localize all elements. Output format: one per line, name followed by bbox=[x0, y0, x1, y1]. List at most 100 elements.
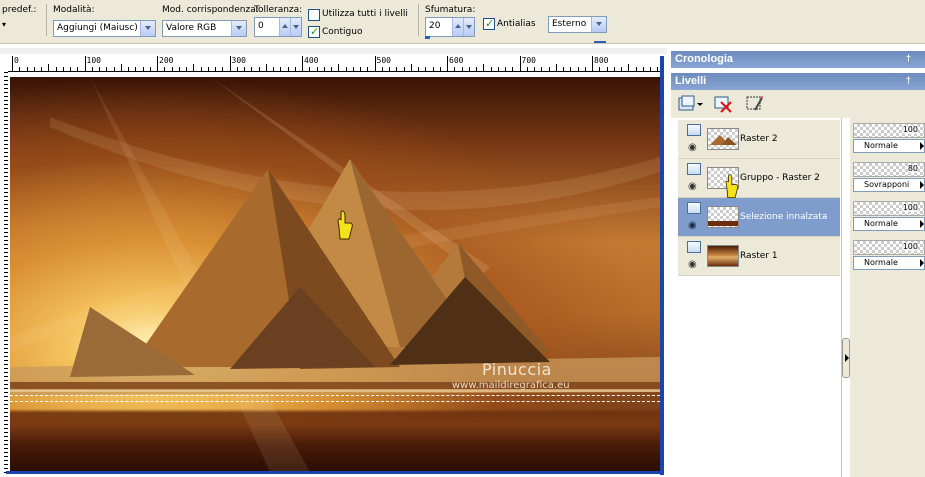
eye-icon[interactable]: ◉ bbox=[688, 181, 697, 192]
contiguous-checkbox[interactable] bbox=[308, 25, 320, 38]
chevron-down-icon[interactable] bbox=[140, 21, 155, 36]
antialias-checkbox[interactable] bbox=[483, 17, 495, 30]
ruler-tick bbox=[642, 67, 644, 71]
window-border-right bbox=[660, 56, 664, 475]
ruler-tick bbox=[265, 64, 267, 71]
ruler-tick bbox=[287, 67, 289, 71]
ruler-tick bbox=[215, 67, 216, 71]
layers-title-text: Livelli bbox=[675, 75, 707, 87]
contiguous-label: Contiguo bbox=[322, 27, 363, 37]
ruler-tick bbox=[106, 67, 108, 71]
pin-icon[interactable]: † bbox=[906, 75, 911, 85]
opacity-value: 100 bbox=[902, 242, 918, 251]
vertical-ruler bbox=[4, 72, 8, 473]
chevron-down-icon[interactable] bbox=[231, 21, 246, 36]
layer-name: Selezione innalzata bbox=[740, 212, 828, 222]
opacity-slider[interactable]: 100 bbox=[853, 201, 925, 216]
ruler-tick bbox=[657, 67, 659, 71]
decrement-icon[interactable] bbox=[463, 18, 474, 36]
ruler-tick bbox=[316, 67, 318, 71]
ruler-tick bbox=[577, 67, 579, 71]
layer-properties-icon[interactable] bbox=[745, 94, 765, 114]
layer-row[interactable]: ◉ Raster 2 bbox=[678, 120, 840, 159]
tolerance-value: 0 bbox=[258, 21, 264, 31]
ruler-tick bbox=[193, 64, 195, 71]
ruler-tick bbox=[331, 67, 332, 71]
ruler-label: 300 bbox=[231, 56, 246, 65]
blend-mode-select[interactable]: Sovrapponi bbox=[853, 178, 925, 192]
match-mode-select[interactable]: Valore RGB bbox=[162, 20, 247, 37]
ruler-tick bbox=[454, 67, 456, 71]
ruler-tick bbox=[374, 56, 376, 71]
antialias-mode-select[interactable]: Esterno bbox=[548, 16, 607, 33]
ruler-tick bbox=[207, 67, 209, 71]
antialias-mode-value: Esterno bbox=[552, 19, 587, 29]
blend-mode-select[interactable]: Normale bbox=[853, 256, 925, 270]
ruler-tick bbox=[599, 67, 601, 71]
mode-value: Aggiungi (Maiusc) bbox=[57, 23, 138, 33]
mode-select[interactable]: Aggiungi (Maiusc) bbox=[53, 20, 156, 37]
ruler-tick bbox=[200, 67, 202, 71]
chevron-down-icon[interactable] bbox=[591, 17, 606, 32]
ruler-tick bbox=[461, 67, 463, 71]
layer-visibility-icon[interactable] bbox=[687, 202, 701, 214]
layer-visibility-icon[interactable] bbox=[687, 241, 701, 253]
use-all-layers-checkbox[interactable] bbox=[308, 9, 320, 21]
history-panel-title[interactable]: Cronologia † bbox=[671, 51, 925, 68]
ruler-tick bbox=[468, 67, 470, 71]
panel-splitter-handle[interactable] bbox=[842, 338, 850, 378]
ruler-tick bbox=[403, 67, 405, 71]
selection-marquee-top[interactable] bbox=[10, 395, 660, 396]
watermark-name: Pinuccia bbox=[482, 360, 552, 379]
tolerance-stepper[interactable]: 0 bbox=[254, 17, 302, 37]
feather-slider-indicator[interactable] bbox=[425, 36, 430, 39]
blend-mode-select[interactable]: Normale bbox=[853, 139, 925, 153]
ruler-tick bbox=[157, 56, 158, 71]
layer-row[interactable]: ◉ Raster 1 bbox=[678, 237, 840, 276]
increment-icon[interactable] bbox=[279, 18, 290, 36]
eye-icon[interactable]: ◉ bbox=[688, 259, 697, 270]
delete-layer-icon[interactable] bbox=[713, 94, 733, 114]
ruler-tick bbox=[48, 64, 50, 71]
ruler-tick bbox=[135, 67, 137, 71]
ruler-tick bbox=[70, 67, 71, 71]
new-layer-icon[interactable] bbox=[677, 94, 705, 114]
layer-visibility-icon[interactable] bbox=[687, 163, 701, 175]
toolbar-accent-line bbox=[594, 41, 606, 43]
ruler-tick bbox=[447, 56, 448, 71]
blend-mode-select[interactable]: Normale bbox=[853, 217, 925, 231]
opacity-slider[interactable]: 100 bbox=[853, 123, 925, 138]
ruler-tick bbox=[19, 67, 21, 71]
ruler-tick bbox=[519, 56, 521, 71]
ruler-label: 700 bbox=[521, 56, 536, 65]
horizontal-ruler: 0 100 200 300 400 500 600 700 800 bbox=[8, 56, 661, 72]
increment-icon[interactable] bbox=[452, 18, 463, 36]
ruler-tick bbox=[650, 67, 651, 71]
pin-icon[interactable]: † bbox=[906, 53, 911, 63]
layer-row[interactable]: ◉ Gruppo - Raster 2 bbox=[678, 159, 840, 199]
ruler-tick bbox=[628, 64, 630, 71]
ruler-tick bbox=[186, 67, 187, 71]
layer-visibility-icon[interactable] bbox=[687, 124, 701, 136]
ruler-tick bbox=[41, 67, 42, 71]
ruler-label: 600 bbox=[449, 56, 464, 65]
pointing-hand-icon bbox=[725, 174, 739, 199]
feather-stepper[interactable]: 20 bbox=[425, 17, 475, 37]
canvas-image[interactable]: Pinuccia www.maildiregrafica.eu bbox=[10, 77, 660, 472]
eye-icon[interactable]: ◉ bbox=[688, 142, 697, 153]
ruler-tick bbox=[621, 67, 622, 71]
layer-row-selected[interactable]: ◉ Selezione innalzata bbox=[678, 198, 840, 237]
opacity-slider[interactable]: 100 bbox=[853, 240, 925, 255]
selection-marquee-bottom[interactable] bbox=[10, 401, 660, 402]
decrement-icon[interactable] bbox=[290, 18, 301, 36]
layers-panel-title[interactable]: Livelli † bbox=[671, 73, 925, 90]
opacity-slider[interactable]: 80 bbox=[853, 162, 925, 177]
eye-icon[interactable]: ◉ bbox=[688, 220, 697, 231]
preset-dropdown-icon[interactable]: ▾ bbox=[2, 20, 6, 29]
ruler-tick bbox=[273, 67, 274, 71]
ruler-tick bbox=[490, 67, 492, 71]
ruler-tick bbox=[606, 67, 608, 71]
ruler-tick bbox=[149, 67, 151, 71]
ruler-tick bbox=[541, 67, 543, 71]
ruler-tick bbox=[84, 56, 86, 71]
